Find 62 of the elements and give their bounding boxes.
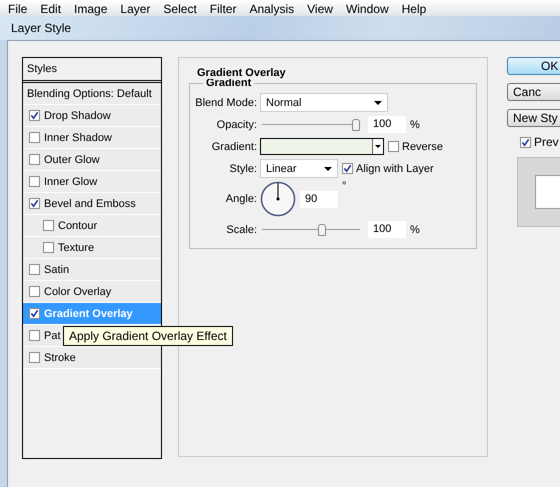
dialog-button[interactable]: New Sty [507, 109, 560, 127]
preview-box [517, 157, 560, 227]
field-label: Style: [228, 162, 257, 174]
field-label: Gradient: [210, 140, 257, 152]
field-label: Opacity: [216, 118, 257, 130]
checkbox-label: Reverse [402, 140, 443, 152]
style-list-item[interactable]: Stroke [23, 347, 161, 369]
checkbox[interactable] [29, 176, 40, 187]
angle-dial-icon[interactable] [260, 181, 296, 217]
unit-label: % [410, 118, 420, 130]
menu-item[interactable]: Image [74, 2, 114, 16]
checkbox[interactable] [342, 163, 353, 174]
checkbox[interactable] [388, 141, 399, 152]
checkbox[interactable] [29, 308, 40, 319]
menu-item[interactable]: Help [402, 2, 434, 16]
blend-mode-dropdown[interactable]: Normal [260, 93, 388, 112]
dialog-button[interactable]: OK [507, 57, 560, 75]
gradient-picker[interactable] [260, 138, 384, 155]
field-label: Angle: [224, 193, 257, 205]
checkbox[interactable] [43, 220, 54, 231]
unit-label: % [410, 224, 420, 236]
checkbox[interactable] [29, 330, 40, 341]
checkbox[interactable] [29, 286, 40, 297]
style-list-item[interactable]: Texture [23, 237, 161, 259]
checkbox[interactable] [29, 198, 40, 209]
checkbox[interactable] [29, 132, 40, 143]
checkbox[interactable] [29, 154, 40, 165]
style-list-item[interactable]: Inner Shadow [23, 127, 161, 149]
dialog-button[interactable]: Canc [507, 83, 560, 101]
style-list-item[interactable]: Drop Shadow [23, 105, 161, 127]
style-list-item[interactable]: Contour [23, 215, 161, 237]
menu-item[interactable]: Select [163, 2, 204, 16]
style-dropdown[interactable]: Linear [260, 159, 338, 178]
tooltip: Apply Gradient Overlay Effect [63, 326, 233, 346]
menu-item[interactable]: Window [346, 2, 396, 16]
checkbox[interactable] [520, 136, 531, 148]
window-title: Layer Style [11, 21, 72, 35]
menu-item[interactable]: Filter [210, 2, 244, 16]
style-list-item[interactable]: Inner Glow [23, 171, 161, 193]
style-list-item[interactable]: Color Overlay [23, 281, 161, 303]
checkbox-label: Align with Layer [356, 162, 434, 174]
checkbox[interactable] [29, 352, 40, 363]
menu-item[interactable]: Layer [120, 2, 158, 16]
blending-options-item[interactable]: Blending Options: Default [23, 83, 161, 105]
section-title: Gradient Overlay [194, 67, 289, 79]
menu-item[interactable]: Edit [40, 2, 68, 16]
scale-input[interactable]: 100 [368, 221, 406, 238]
style-list-item[interactable]: Bevel and Emboss [23, 193, 161, 215]
menu-item[interactable]: Analysis [249, 2, 302, 16]
checkbox[interactable] [29, 264, 40, 275]
opacity-input[interactable]: 100 [368, 116, 406, 133]
style-list-item[interactable]: Satin [23, 259, 161, 281]
checkbox[interactable] [29, 110, 40, 121]
checkbox-label: Prev [534, 135, 559, 149]
angle-input[interactable]: 90 [300, 190, 338, 208]
field-label: Scale: [225, 224, 257, 236]
checkbox[interactable] [43, 242, 54, 253]
field-label: Blend Mode: [194, 96, 257, 108]
style-list-item[interactable]: Outer Glow [23, 149, 161, 171]
menu-item[interactable]: File [8, 2, 34, 16]
unit-label: ° [342, 180, 346, 192]
menu-item[interactable]: View [307, 2, 340, 16]
